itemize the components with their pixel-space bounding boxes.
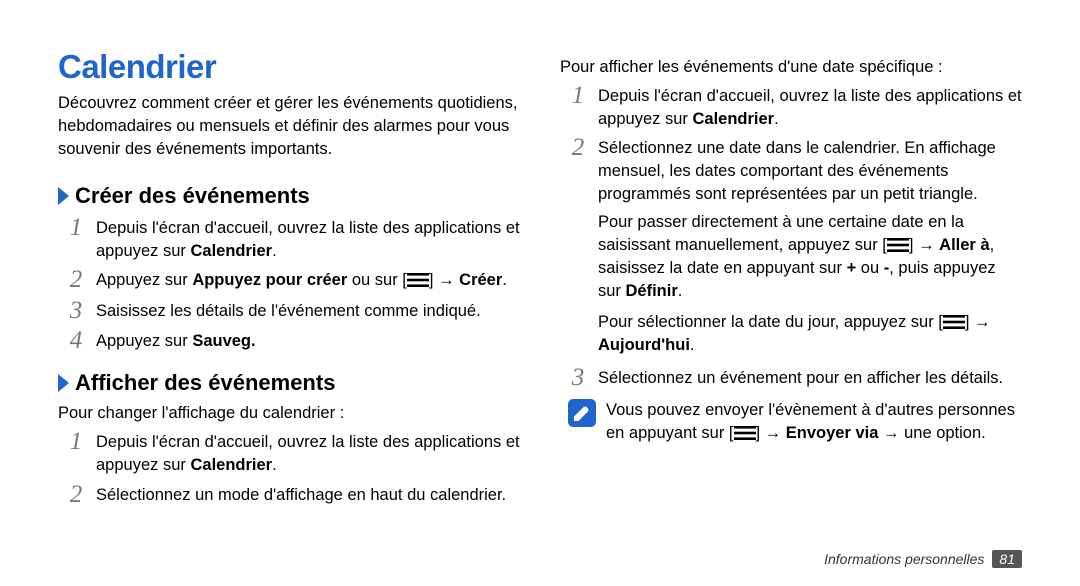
page-footer: Informations personnelles 81 [824,550,1022,568]
step-number: 2 [568,135,588,161]
steps-specific-date: 1 Depuis l'écran d'accueil, ouvrez la li… [560,83,1022,395]
step-4: 4 Appuyez sur Sauveg. [58,328,520,354]
chevron-right-icon [58,374,69,392]
step-body: Depuis l'écran d'accueil, ouvrez la list… [598,83,1022,131]
step-2-detail-2: Pour sélectionner la date du jour, appuy… [560,311,1022,357]
subheading-text: Afficher des événements [75,370,335,396]
manual-page: Calendrier Découvrez comment créer et gé… [0,0,1080,586]
page-number: 81 [992,550,1022,568]
step-3: 3 Sélectionnez un événement pour en affi… [560,365,1022,391]
step-2: 2 Appuyez sur Appuyez pour créer ou sur … [58,267,520,293]
step-number: 1 [66,215,86,241]
subheading-text: Créer des événements [75,183,310,209]
note: Vous pouvez envoyer l'évènement à d'autr… [560,399,1022,445]
step-body: Appuyez sur Appuyez pour créer ou sur []… [96,267,520,292]
lead-text: Pour changer l'affichage du calendrier : [58,402,520,425]
step-number: 1 [568,83,588,109]
subheading-view: Afficher des événements [58,370,520,396]
step-body: Sélectionnez une date dans le calendrier… [598,135,1022,206]
intro-paragraph: Découvrez comment créer et gérer les évé… [58,92,520,161]
step-body: Sélectionnez un mode d'affichage en haut… [96,482,520,507]
menu-icon [407,273,429,287]
step-1: 1 Depuis l'écran d'accueil, ouvrez la li… [58,429,520,477]
right-column: Pour afficher les événements d'une date … [560,48,1022,558]
step-body: Saisissez les détails de l'événement com… [96,298,520,323]
step-body: Depuis l'écran d'accueil, ouvrez la list… [96,429,520,477]
subheading-create: Créer des événements [58,183,520,209]
menu-icon [734,426,756,440]
step-number: 1 [66,429,86,455]
step-2: 2 Sélectionnez un mode d'affichage en ha… [58,482,520,508]
menu-icon [943,315,965,329]
step-3: 3 Saisissez les détails de l'événement c… [58,298,520,324]
left-column: Calendrier Découvrez comment créer et gé… [58,48,520,558]
step-body: Depuis l'écran d'accueil, ouvrez la list… [96,215,520,263]
menu-icon [887,238,909,252]
page-title: Calendrier [58,48,520,86]
step-1: 1 Depuis l'écran d'accueil, ouvrez la li… [560,83,1022,131]
step-2: 2 Sélectionnez une date dans le calendri… [560,135,1022,206]
step-1: 1 Depuis l'écran d'accueil, ouvrez la li… [58,215,520,263]
step-body: Appuyez sur Sauveg. [96,328,520,353]
note-pencil-icon [568,399,596,427]
step-number: 2 [66,267,86,293]
note-body: Vous pouvez envoyer l'évènement à d'autr… [606,399,1022,445]
steps-view: 1 Depuis l'écran d'accueil, ouvrez la li… [58,429,520,511]
steps-create: 1 Depuis l'écran d'accueil, ouvrez la li… [58,215,520,358]
step-number: 3 [568,365,588,391]
chevron-right-icon [58,187,69,205]
step-body: Sélectionnez un événement pour en affich… [598,365,1022,390]
step-number: 4 [66,328,86,354]
lead-text: Pour afficher les événements d'une date … [560,56,1022,79]
step-2-detail-1: Pour passer directement à une certaine d… [560,211,1022,303]
footer-section: Informations personnelles [824,551,984,567]
step-number: 3 [66,298,86,324]
step-number: 2 [66,482,86,508]
